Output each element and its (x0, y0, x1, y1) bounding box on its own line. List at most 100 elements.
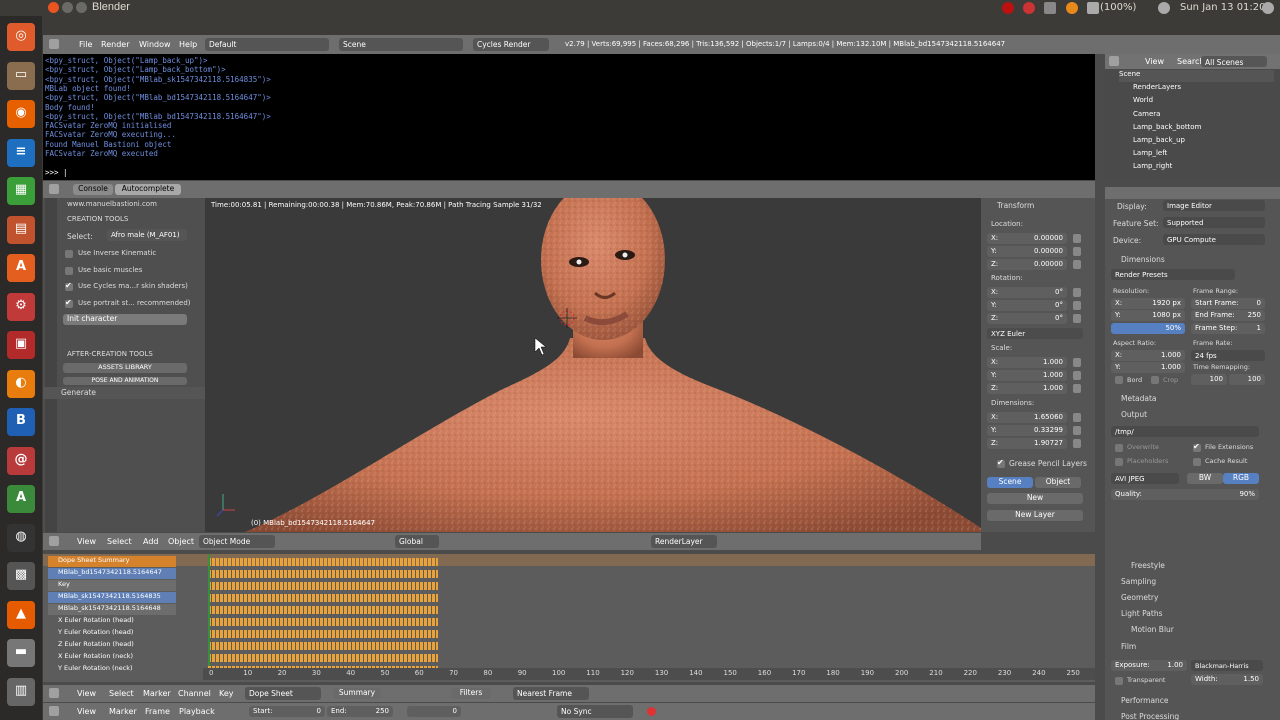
power-icon[interactable] (1262, 2, 1274, 14)
menu-file[interactable]: File (79, 40, 92, 49)
drive-icon[interactable]: ▬ (7, 639, 35, 667)
feature-set-select[interactable]: Supported (1163, 217, 1265, 228)
placeholders-checkbox[interactable] (1115, 458, 1123, 466)
rotation-mode-select[interactable]: XYZ Euler (987, 328, 1083, 339)
dope-channel[interactable]: MBlab_sk1547342118.5164648 (48, 604, 176, 615)
resolution-y-field[interactable]: Y: 1080 px (1111, 310, 1185, 321)
file-format-select[interactable]: AVI JPEG (1111, 473, 1179, 484)
ubuntu-dash-icon[interactable]: ◎ (7, 23, 35, 51)
start-frame-field[interactable]: Start Frame: 0 (1191, 298, 1265, 309)
scene-selector[interactable]: Scene (339, 38, 463, 51)
blue-app-icon[interactable]: B (7, 408, 35, 436)
impress-icon[interactable]: ▤ (7, 215, 35, 244)
dope-channel[interactable]: Z Euler Rotation (head) (48, 640, 176, 651)
outliner-item[interactable]: Lamp_left (1133, 149, 1273, 161)
keyframe-row[interactable] (208, 654, 438, 662)
border-checkbox[interactable] (1115, 376, 1123, 384)
dope-channel[interactable]: X Euler Rotation (neck) (48, 652, 176, 663)
scale-field[interactable]: X: 1.000 (987, 357, 1067, 368)
current-frame-line[interactable] (208, 554, 210, 666)
remap-new-field[interactable]: 100 (1229, 374, 1265, 385)
vlc-icon[interactable]: ▲ (7, 600, 35, 629)
frame-ruler[interactable]: 0 10 20 30 40 50 60 70 80 90 100 110 120 130 140 150 160… (203, 668, 1095, 680)
file-extensions-checkbox[interactable] (1193, 442, 1201, 452)
rotation-field[interactable]: X: 0° (987, 287, 1067, 298)
layout-selector[interactable]: Default (205, 38, 329, 51)
render-presets-select[interactable]: Render Presets (1111, 269, 1235, 280)
keyframe-row[interactable] (208, 618, 438, 626)
outliner[interactable]: View Search All Scenes Scene RenderLayers… (1105, 54, 1280, 180)
transform-heading[interactable]: Transform (997, 201, 1034, 210)
view3d-editor-icon[interactable] (49, 536, 59, 546)
aspect-y-field[interactable]: Y: 1.000 (1111, 362, 1185, 373)
exposure-field[interactable]: Exposure: 1.00 (1111, 660, 1187, 671)
lock-icon[interactable] (1073, 247, 1081, 256)
dope-channel[interactable]: Key (48, 580, 176, 591)
site-link[interactable]: www.manuelbastioni.com (67, 200, 157, 208)
lock-icon[interactable] (1073, 301, 1081, 310)
gp-new-layer-button[interactable]: New Layer (987, 510, 1083, 521)
color-bw-button[interactable]: BW (1187, 473, 1223, 484)
cache-result-checkbox[interactable] (1193, 458, 1201, 466)
timeline-start-field[interactable]: Start: 0 (249, 706, 325, 717)
network-icon[interactable] (1066, 2, 1078, 14)
dope-channel[interactable]: Y Euler Rotation (neck) (48, 664, 176, 675)
blender-icon[interactable]: ◐ (7, 369, 35, 398)
lock-icon[interactable] (1073, 234, 1081, 243)
dopesheet-menu-channel[interactable]: Channel (178, 689, 211, 698)
keyframe-row[interactable] (208, 630, 438, 638)
keyframe-row[interactable] (208, 594, 438, 602)
dope-channel[interactable]: MBlab_sk1547342118.5164835 (48, 592, 176, 603)
render-layer-selector[interactable]: RenderLayer (651, 535, 717, 548)
dope-channel[interactable]: Dope Sheet Summary (48, 556, 176, 567)
terminal-icon[interactable]: ▣ (7, 331, 35, 359)
dopesheet-menu-marker[interactable]: Marker (143, 689, 171, 698)
timeline-editor-icon[interactable] (49, 706, 59, 716)
rotation-field[interactable]: Y: 0° (987, 300, 1067, 311)
firefox-icon[interactable]: ◉ (7, 100, 35, 128)
python-console[interactable]: <bpy_struct, Object("Lamp_back_up")> <bpy… (43, 54, 1095, 180)
toolshelf-option-checkbox[interactable] (65, 298, 73, 309)
status-app-icon[interactable] (1002, 2, 1014, 14)
view3d-menu-select[interactable]: Select (107, 537, 132, 546)
generate-panel[interactable]: Generate (43, 387, 205, 399)
summary-button[interactable]: Summary (333, 688, 381, 699)
dimensions-panel-heading[interactable]: Dimensions (1121, 255, 1165, 264)
dopesheet-mode-selector[interactable]: Dope Sheet (245, 687, 321, 700)
updates-icon[interactable] (1044, 2, 1056, 14)
clapper-icon[interactable]: ▩ (7, 562, 35, 590)
filter-width-field[interactable]: Width: 1.50 (1191, 674, 1263, 685)
properties-section-heading[interactable]: Sampling (1121, 577, 1156, 586)
dimensions-field[interactable]: Y: 0.33299 (987, 425, 1067, 436)
crop-checkbox[interactable] (1151, 376, 1159, 384)
toolshelf-option-checkbox[interactable] (65, 250, 73, 258)
view3d-menu-object[interactable]: Object (168, 537, 194, 546)
dopesheet-menu-select[interactable]: Select (109, 689, 134, 698)
dopesheet-editor-icon[interactable] (49, 688, 59, 698)
timeline-menu-playback[interactable]: Playback (179, 707, 215, 716)
remap-old-field[interactable]: 100 (1191, 374, 1227, 385)
overwrite-checkbox[interactable] (1115, 444, 1123, 452)
device-select[interactable]: GPU Compute (1163, 234, 1265, 245)
keyframe-row[interactable] (208, 642, 438, 650)
debian-icon[interactable]: @ (7, 446, 35, 475)
dope-channel[interactable]: MBlab_bd1547342118.5164647 (48, 568, 176, 579)
timeline-menu-view[interactable]: View (77, 707, 96, 716)
window-close-button[interactable] (48, 2, 59, 13)
quality-field[interactable]: Quality: 90% (1111, 489, 1259, 500)
outliner-item[interactable]: RenderLayers (1133, 83, 1273, 95)
color-rgb-button[interactable]: RGB (1223, 473, 1259, 484)
green-app-icon[interactable]: A (7, 485, 35, 513)
render-engine-selector[interactable]: Cycles Render (473, 38, 549, 51)
current-frame-field[interactable]: 0 (407, 706, 461, 717)
lock-icon[interactable] (1073, 426, 1081, 435)
assets-library-button[interactable]: ASSETS LIBRARY (63, 363, 187, 373)
timeline-menu-frame[interactable]: Frame (145, 707, 170, 716)
outliner-display-filter[interactable]: All Scenes (1201, 56, 1267, 67)
view3d-menu-view[interactable]: View (77, 537, 96, 546)
dopesheet-menu-view[interactable]: View (77, 689, 96, 698)
keyframe-row[interactable] (208, 558, 438, 566)
sync-mode-selector[interactable]: No Sync (557, 705, 633, 718)
dimensions-field[interactable]: X: 1.65060 (987, 412, 1067, 423)
lock-icon[interactable] (1073, 314, 1081, 323)
